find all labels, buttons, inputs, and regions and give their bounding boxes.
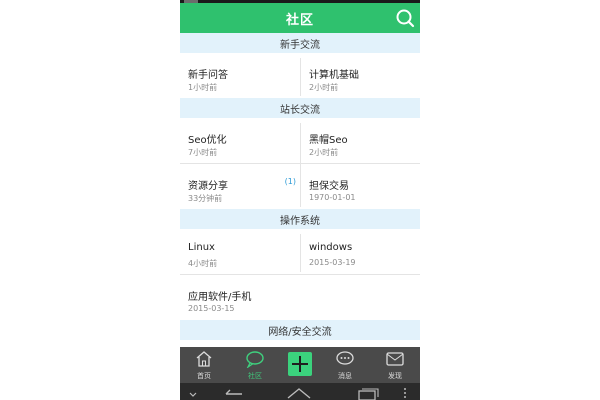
- forum-name: 黑帽Seo: [309, 135, 348, 146]
- page-title: 社区: [285, 12, 314, 28]
- forum-computer-basics[interactable]: 计算机基础 2小时前: [300, 53, 420, 98]
- new-post-badge: (1): [284, 177, 296, 186]
- forum-windows[interactable]: windows 2015-03-19: [300, 229, 420, 274]
- chat-bubble-icon: [245, 350, 265, 369]
- message-icon: [335, 350, 355, 368]
- forum-name: 担保交易: [309, 181, 349, 192]
- forum-guarantee-trade[interactable]: 担保交易 1970-01-01: [300, 164, 420, 209]
- phone-screen: 社区 新手交流 新手问答 1小时前 计算机基础 2小时前 站长交流 Seo优化 …: [180, 0, 420, 400]
- nav-label: 消息: [338, 372, 352, 380]
- section-title: 新手交流: [280, 39, 320, 51]
- forum-black-hat-seo[interactable]: 黑帽Seo 2小时前: [300, 118, 420, 163]
- forum-name: Seo优化: [188, 135, 227, 146]
- forum-time: 1970-01-01: [309, 193, 356, 202]
- recents-icon[interactable]: [356, 385, 380, 400]
- forum-name: 新手问答: [188, 70, 228, 81]
- section-title: 站长交流: [280, 104, 320, 116]
- nav-label: 社区: [248, 372, 262, 380]
- nav-messages[interactable]: 消息: [321, 347, 369, 383]
- forum-newbie-qa[interactable]: 新手问答 1小时前: [180, 53, 300, 98]
- section-title: 操作系统: [280, 215, 320, 227]
- nav-discover[interactable]: 发现: [371, 347, 419, 383]
- forum-time: 2015-03-15: [188, 304, 235, 313]
- forum-seo-optimization[interactable]: Seo优化 7小时前: [180, 118, 300, 163]
- system-nav-bar: [180, 383, 420, 400]
- forum-time: 7小时前: [188, 148, 218, 157]
- section-header-network-security: 网络/安全交流: [180, 320, 420, 340]
- nav-community[interactable]: 社区: [231, 347, 279, 383]
- section-header-webmaster: 站长交流: [180, 98, 420, 118]
- new-post-button[interactable]: [288, 352, 312, 376]
- divider: [300, 123, 301, 207]
- plus-icon: [288, 356, 312, 380]
- app-header: 社区: [180, 3, 420, 33]
- forum-resource-sharing[interactable]: 资源分享 (1) 33分钟前: [180, 164, 300, 209]
- forum-apps-mobile[interactable]: 应用软件/手机 2015-03-15: [180, 275, 300, 320]
- divider: [300, 58, 301, 96]
- nav-label: 首页: [197, 372, 211, 380]
- forum-time: 1小时前: [188, 83, 218, 92]
- forum-name: 资源分享: [188, 181, 228, 192]
- nav-label: 发现: [388, 372, 402, 380]
- divider: [300, 234, 301, 272]
- discover-icon: [385, 350, 405, 368]
- forum-linux[interactable]: Linux 4小时前: [180, 229, 300, 274]
- nav-home[interactable]: 首页: [180, 347, 228, 383]
- section-header-os: 操作系统: [180, 209, 420, 229]
- forum-time: 33分钟前: [188, 194, 223, 203]
- home-key-icon[interactable]: [286, 385, 312, 400]
- section-title: 网络/安全交流: [268, 326, 332, 338]
- bottom-nav: 首页 社区 消息 发现: [180, 347, 420, 383]
- section-header-newbie: 新手交流: [180, 33, 420, 53]
- forum-time: 2015-03-19: [309, 258, 356, 267]
- forum-name: windows: [309, 242, 353, 253]
- search-icon[interactable]: [395, 8, 415, 28]
- forum-name: 应用软件/手机: [188, 292, 252, 303]
- back-icon[interactable]: [222, 385, 246, 400]
- menu-icon[interactable]: [400, 385, 410, 400]
- forum-time: 2小时前: [309, 148, 339, 157]
- forum-time: 4小时前: [188, 259, 218, 268]
- home-icon: [194, 350, 214, 368]
- forum-time: 2小时前: [309, 83, 339, 92]
- forum-name: Linux: [188, 242, 215, 253]
- forum-name: 计算机基础: [309, 70, 359, 81]
- collapse-icon[interactable]: [188, 385, 198, 400]
